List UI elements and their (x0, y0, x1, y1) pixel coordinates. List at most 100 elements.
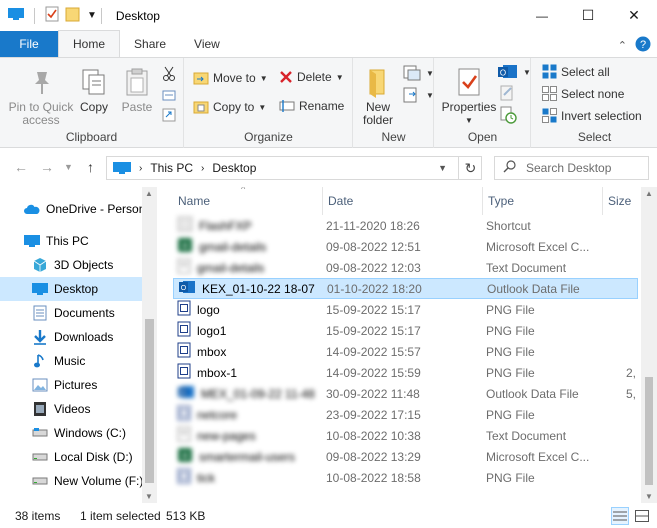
file-row[interactable]: O KEX_01-10-22 18-07 01-10-2022 18:20 Outlo… (173, 278, 638, 299)
nav-pane-scroll-thumb[interactable] (145, 319, 154, 483)
file-name-cell: new-pages (173, 426, 323, 445)
file-row[interactable]: new-pages 10-08-2022 10:38 Text Document (173, 425, 638, 446)
large-icons-view-button[interactable] (633, 507, 651, 525)
column-header-name[interactable]: Name (173, 187, 323, 215)
nav-item-3d-objects[interactable]: 3D Objects (0, 253, 142, 277)
minimize-icon: — (536, 8, 548, 23)
refresh-button[interactable]: ↻ (458, 156, 482, 180)
nav-item-this-pc[interactable]: This PC (0, 229, 142, 253)
scroll-up-icon[interactable]: ▲ (145, 189, 153, 198)
tab-file[interactable]: File (0, 31, 58, 57)
nav-item-videos[interactable]: Videos (0, 397, 142, 421)
open-group-label: Open (467, 130, 498, 144)
tab-home[interactable]: Home (58, 30, 121, 57)
copy-button[interactable]: Copy (76, 66, 112, 114)
file-row[interactable]: Xgmail-details 09-08-2022 12:51 Microsoft … (173, 236, 638, 257)
file-type-cell: Shortcut (486, 218, 531, 233)
excel-icon: X (177, 237, 193, 256)
nav-item-music[interactable]: Music (0, 349, 142, 373)
open-with-outlook-icon[interactable]: O ▼ (497, 63, 531, 81)
cut-icon[interactable] (162, 66, 176, 82)
column-header-type[interactable]: Type (483, 187, 603, 215)
nav-item-new-volume-f[interactable]: New Volume (F:) (0, 469, 142, 493)
new-folder-qat-icon[interactable] (65, 6, 81, 25)
address-bar[interactable]: › This PC › Desktop ▼ (106, 156, 482, 180)
move-to-button[interactable]: Move to ▼ (193, 70, 268, 86)
close-button[interactable]: ✕ (611, 0, 657, 31)
breadcrumb-this-pc[interactable]: This PC (150, 161, 193, 175)
pin-quick-access-button[interactable]: Pin to Quick access (6, 66, 76, 127)
nav-item-downloads[interactable]: Downloads (0, 325, 142, 349)
new-folder-icon (369, 69, 385, 98)
up-button[interactable]: ↑ (87, 159, 94, 175)
column-header-size[interactable]: Size (603, 187, 643, 215)
collapse-ribbon-icon[interactable]: ⌃ (618, 39, 627, 52)
nav-item-desktop[interactable]: Desktop (0, 277, 142, 301)
edit-icon[interactable] (499, 85, 515, 101)
text-icon (177, 426, 191, 445)
file-row[interactable]: netcore 23-09-2022 17:15 PNG File (173, 404, 638, 425)
tab-view[interactable]: View (180, 31, 234, 57)
properties-qat-icon[interactable] (45, 6, 59, 25)
status-selection: 1 item selected (80, 509, 161, 523)
properties-button[interactable]: Properties ▼ (439, 66, 499, 127)
png-icon (177, 300, 191, 319)
drive-icon (32, 425, 48, 441)
nav-item-onedrive[interactable]: OneDrive - Person (0, 197, 142, 221)
file-row[interactable]: gmail-details 09-08-2022 12:03 Text Docume… (173, 257, 638, 278)
file-row[interactable]: Xsmartermail-users 09-08-2022 13:29 Micros… (173, 446, 638, 467)
file-row[interactable]: mbox-1 14-09-2022 15:59 PNG File 2, (173, 362, 638, 383)
file-type-cell: Text Document (486, 260, 567, 275)
nav-item-documents[interactable]: Documents (0, 301, 142, 325)
new-item-icon[interactable]: ▼ (402, 64, 434, 82)
search-box[interactable]: Search Desktop (494, 156, 649, 180)
maximize-button[interactable]: ☐ (565, 0, 611, 31)
file-row[interactable]: tick 10-08-2022 18:58 PNG File (173, 467, 638, 488)
copy-to-button[interactable]: Copy to ▼ (193, 99, 266, 115)
new-folder-label: New folder (362, 100, 394, 127)
file-row[interactable]: logo1 15-09-2022 15:17 PNG File (173, 320, 638, 341)
qat-dropdown-icon[interactable]: ▼ (87, 10, 97, 21)
copy-path-icon[interactable] (162, 88, 176, 102)
rename-button[interactable]: Rename (279, 99, 344, 113)
scroll-down-icon[interactable]: ▼ (145, 492, 153, 501)
paste-shortcut-icon[interactable] (162, 108, 176, 122)
select-all-button[interactable]: Select all (542, 64, 610, 79)
file-list-scroll-thumb[interactable] (645, 377, 653, 485)
delete-button[interactable]: Delete ▼ (279, 70, 344, 84)
desktop-icon (32, 281, 48, 297)
nav-item-windows-c[interactable]: Windows (C:) (0, 421, 142, 445)
select-none-button[interactable]: Select none (542, 86, 624, 101)
column-header-date[interactable]: Date (323, 187, 483, 215)
forward-button[interactable]: → (40, 159, 54, 175)
file-row[interactable]: logo 15-09-2022 15:17 PNG File (173, 299, 638, 320)
help-icon[interactable]: ? (635, 36, 651, 55)
tab-share[interactable]: Share (120, 31, 180, 57)
scroll-up-icon[interactable]: ▲ (645, 189, 653, 198)
details-view-button[interactable] (611, 507, 629, 525)
new-folder-button[interactable]: New folder (356, 66, 400, 127)
file-list-scrollbar[interactable]: ▲ ▼ (641, 187, 657, 503)
file-row[interactable]: O MEX_01-09-22 11-48 30-09-2022 11:48 Outlo… (173, 383, 638, 404)
file-row[interactable]: FlashFXP 21-11-2020 18:26 Shortcut (173, 215, 638, 236)
history-icon[interactable] (499, 106, 517, 124)
easy-access-icon[interactable]: ▼ (402, 86, 434, 104)
invert-selection-button[interactable]: Invert selection (542, 108, 642, 123)
nav-item-local-disk-d[interactable]: Local Disk (D:) (0, 445, 142, 469)
address-dropdown-icon[interactable]: ▼ (438, 163, 447, 173)
open-group: Properties ▼ O ▼ Open (435, 58, 531, 148)
nav-item-pictures[interactable]: Pictures (0, 373, 142, 397)
status-bar: 38 items 1 item selected 513 KB (0, 504, 657, 528)
file-name-cell: Xsmartermail-users (173, 447, 323, 466)
file-row[interactable]: mbox 14-09-2022 15:57 PNG File (173, 341, 638, 362)
minimize-button[interactable]: — (519, 0, 565, 31)
file-name: tick (197, 470, 215, 485)
organize-group: Move to ▼ Copy to ▼ Delete ▼ Rename Orga… (185, 58, 353, 148)
paste-button[interactable]: Paste (118, 66, 156, 114)
nav-pane-scrollbar[interactable]: ▲ ▼ (142, 187, 157, 503)
recent-locations-button[interactable]: ▼ (64, 162, 73, 172)
back-button[interactable]: ← (14, 159, 28, 175)
copy-to-icon (193, 101, 209, 114)
breadcrumb-desktop[interactable]: Desktop (212, 161, 256, 175)
scroll-down-icon[interactable]: ▼ (645, 492, 653, 501)
